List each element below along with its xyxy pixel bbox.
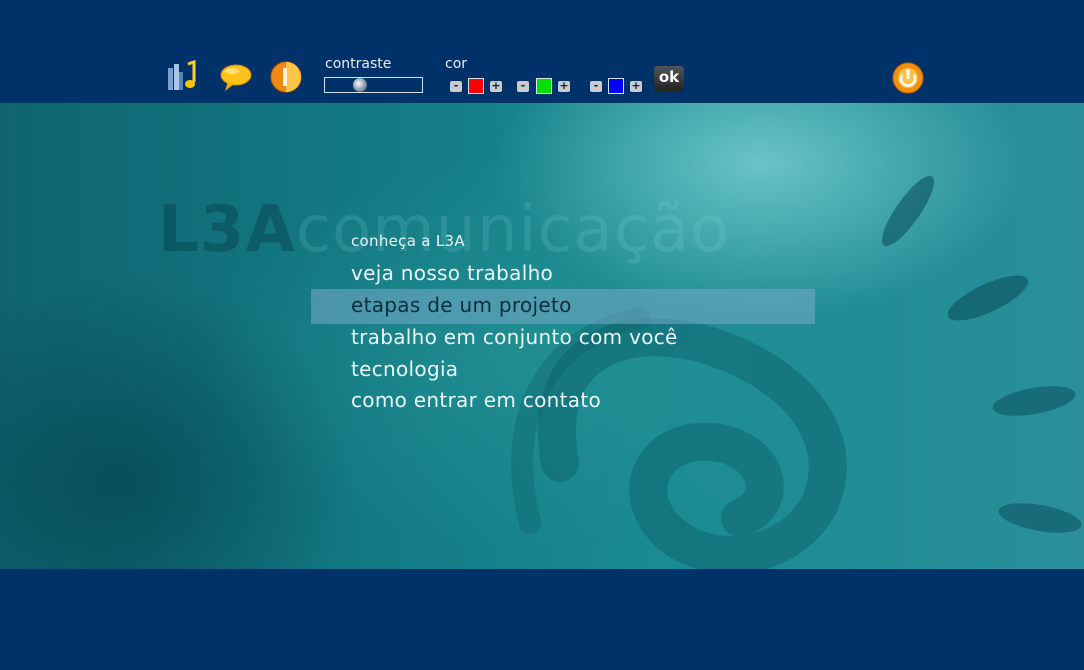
contrast-label: contraste (325, 56, 392, 72)
half-contrast-icon[interactable] (269, 60, 303, 94)
menu-item-contato[interactable]: como entrar em contato (351, 388, 601, 412)
blue-swatch (608, 78, 624, 94)
menu-item-trabalho[interactable]: veja nosso trabalho (351, 261, 553, 285)
green-plus-button[interactable]: + (558, 80, 570, 92)
main-stage: L3Acomunicação conheça a L3A veja nosso … (0, 103, 1084, 569)
menu-item-etapas[interactable]: etapas de um projeto (351, 293, 572, 317)
blue-plus-button[interactable]: + (630, 80, 642, 92)
color-label: cor (445, 56, 468, 72)
red-plus-button[interactable]: + (490, 80, 502, 92)
green-swatch (536, 78, 552, 94)
speech-bubble-icon[interactable] (219, 60, 253, 94)
bottom-bar (0, 569, 1084, 670)
library-music-icon[interactable] (166, 59, 200, 94)
menu-item-conjunto[interactable]: trabalho em conjunto com você (351, 325, 678, 349)
top-toolbar: contraste cor - + - + - + ok (0, 0, 1084, 103)
main-menu: conheça a L3A veja nosso trabalho etapas… (0, 103, 1084, 569)
contrast-slider[interactable] (324, 77, 423, 93)
menu-item-tecnologia[interactable]: tecnologia (351, 357, 458, 381)
contrast-slider-knob[interactable] (353, 78, 367, 92)
menu-item-conheca[interactable]: conheça a L3A (351, 232, 465, 250)
red-minus-button[interactable]: - (450, 80, 462, 92)
blue-minus-button[interactable]: - (590, 80, 602, 92)
power-icon[interactable] (891, 61, 925, 95)
red-swatch (468, 78, 484, 94)
green-minus-button[interactable]: - (517, 80, 529, 92)
ok-button[interactable]: ok (654, 66, 684, 91)
